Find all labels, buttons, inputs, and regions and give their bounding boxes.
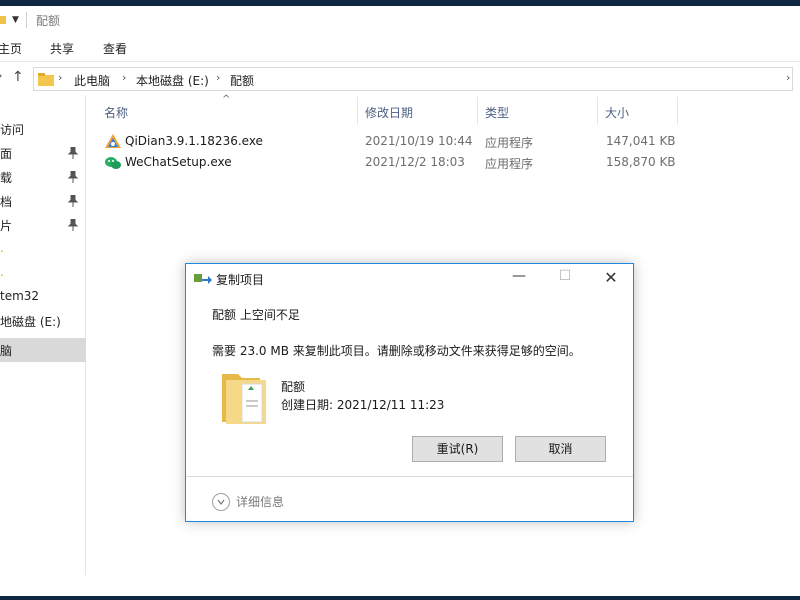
nav-item-label: 档 (0, 195, 13, 209)
column-header-modified[interactable]: 修改日期 (365, 104, 413, 121)
up-arrow-icon[interactable]: ↑ (12, 69, 24, 85)
breadcrumb-separator-icon[interactable]: › (216, 71, 220, 84)
nav-item-documents[interactable]: 档 (0, 189, 86, 213)
nav-item-folder[interactable]: . (0, 237, 86, 261)
wechat-app-icon (105, 157, 121, 169)
address-dropdown-icon[interactable]: › (786, 71, 790, 84)
chevron-down-icon (217, 499, 225, 505)
nav-item-pictures[interactable]: 片 (0, 213, 86, 237)
file-size: 158,870 KB (606, 155, 676, 169)
pin-icon (68, 147, 78, 159)
nav-item-label: 载 (0, 171, 13, 185)
copy-arrow-icon (194, 274, 212, 284)
minimize-button[interactable]: — (496, 268, 542, 290)
cancel-button[interactable]: 取消 (515, 436, 606, 462)
column-header-name[interactable]: 名称 (104, 104, 128, 121)
nav-item-desktop[interactable]: 面 (0, 141, 86, 165)
nav-item-label: 面 (0, 147, 13, 161)
file-size: 147,041 KB (606, 134, 676, 148)
file-modified: 2021/12/2 18:03 (365, 155, 465, 169)
folder-icon[interactable] (0, 14, 6, 24)
titlebar-divider (26, 12, 27, 28)
nav-item-system32[interactable]: tem32 (0, 285, 86, 309)
recent-locations-icon[interactable]: › (0, 69, 2, 82)
navigation-pane: 访问 面 载 档 片 . . tem32 地磁盘 (E:) 脑 (0, 95, 86, 575)
dialog-message: 需要 23.0 MB 来复制此项目。请删除或移动文件来获得足够的空间。 (212, 344, 581, 358)
copy-items-dialog: 复制项目 — ☐ ✕ 配额 上空间不足 需要 23.0 MB 来复制此项目。请删… (185, 263, 634, 522)
pin-icon (68, 219, 78, 231)
dialog-heading: 配额 上空间不足 (212, 308, 300, 322)
pin-icon (68, 195, 78, 207)
nav-item-label: 片 (0, 219, 13, 233)
dialog-footer: 详细信息 (186, 476, 633, 521)
column-divider[interactable] (597, 97, 598, 125)
nav-item-local-disk-e[interactable]: 地磁盘 (E:) (0, 309, 86, 333)
breadcrumb-quota[interactable]: 配额 (230, 72, 254, 89)
nav-item-label: 地磁盘 (E:) (0, 315, 61, 329)
item-name: 配额 (281, 380, 306, 394)
folder-icon (38, 73, 54, 86)
address-bar[interactable]: › 此电脑 › 本地磁盘 (E:) › 配额 › (33, 67, 793, 91)
nav-item-folder[interactable]: . (0, 261, 86, 285)
nav-item-this-pc[interactable]: 脑 (0, 338, 86, 362)
file-type: 应用程序 (485, 157, 534, 171)
tab-view[interactable]: 查看 (103, 40, 127, 57)
retry-button[interactable]: 重试(R) (412, 436, 503, 462)
tab-home[interactable]: 主页 (0, 40, 22, 57)
column-divider[interactable] (677, 97, 678, 125)
file-modified: 2021/10/19 10:44 (365, 134, 473, 148)
breadcrumb-local-disk[interactable]: 本地磁盘 (E:) (136, 72, 209, 89)
breadcrumb-separator-icon[interactable]: › (58, 71, 62, 84)
folder-icon: . (0, 265, 4, 279)
nav-item-label: tem32 (0, 289, 40, 303)
file-row[interactable]: QiDian3.9.1.18236.exe 2021/10/19 10:44 应… (100, 132, 700, 152)
file-type: 应用程序 (485, 136, 534, 150)
nav-item-quick-access[interactable]: 访问 (0, 117, 86, 141)
file-name: WeChatSetup.exe (125, 155, 232, 169)
expand-details-button[interactable] (212, 493, 230, 511)
breadcrumb-this-pc[interactable]: 此电脑 (74, 72, 110, 89)
folder-icon: . (0, 241, 4, 255)
column-header-size[interactable]: 大小 (605, 104, 629, 121)
nav-item-label: 脑 (0, 344, 13, 358)
nav-item-label: 访问 (0, 123, 25, 137)
item-created-date: 创建日期: 2021/12/11 11:23 (281, 398, 445, 412)
window-title: 配额 (36, 14, 61, 28)
pin-icon (68, 171, 78, 183)
window-titlebar: ▼ 配额 (0, 6, 800, 34)
more-details-label[interactable]: 详细信息 (236, 493, 284, 510)
tab-share[interactable]: 共享 (50, 40, 74, 57)
quick-access-dropdown-icon[interactable]: ▼ (12, 15, 19, 25)
column-divider[interactable] (357, 97, 358, 125)
address-row: › ↑ › 此电脑 › 本地磁盘 (E:) › 配额 › (0, 63, 800, 93)
breadcrumb-separator-icon[interactable]: › (122, 71, 126, 84)
screen-bottom-edge (0, 596, 800, 600)
maximize-button: ☐ (558, 268, 572, 284)
folder-icon (222, 374, 266, 424)
close-button[interactable]: ✕ (588, 268, 634, 290)
column-divider[interactable] (477, 97, 478, 125)
sort-ascending-icon: ^ (222, 94, 231, 105)
nav-item-downloads[interactable]: 载 (0, 165, 86, 189)
ribbon: 主页 共享 查看 (0, 34, 800, 62)
column-header-type[interactable]: 类型 (485, 104, 509, 121)
file-row[interactable]: WeChatSetup.exe 2021/12/2 18:03 应用程序 158… (100, 153, 700, 173)
file-name: QiDian3.9.1.18236.exe (125, 134, 263, 148)
dialog-titlebar[interactable]: 复制项目 — ☐ ✕ (186, 264, 633, 294)
qidian-app-icon (105, 134, 121, 148)
dialog-title: 复制项目 (216, 273, 265, 287)
